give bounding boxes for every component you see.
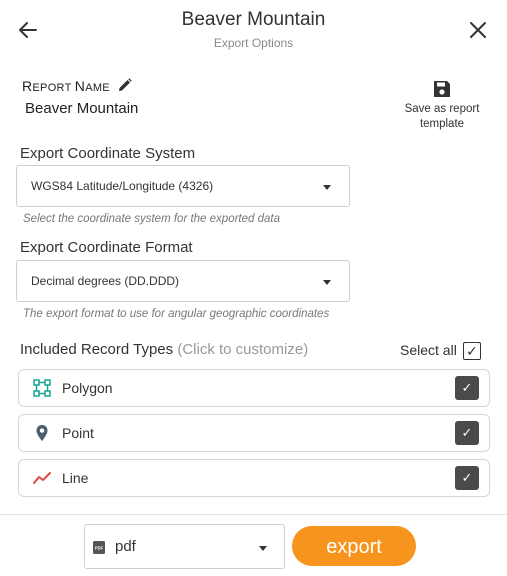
page-title: Beaver Mountain — [181, 9, 326, 30]
record-types-label: Included Record Types (Click to customiz… — [20, 341, 309, 358]
footer-divider — [0, 514, 507, 515]
pdf-file-icon: PDF — [93, 541, 105, 554]
line-icon — [33, 472, 51, 484]
close-icon[interactable] — [467, 19, 489, 41]
record-type-checkbox[interactable]: ✓ — [455, 466, 479, 490]
file-format-select[interactable]: PDF pdf — [84, 524, 285, 569]
map-pin-icon — [36, 425, 48, 441]
page-subtitle: Export Options — [213, 36, 294, 50]
select-all-checkbox[interactable]: ✓ — [463, 342, 481, 360]
file-format-value: pdf — [115, 538, 136, 555]
report-name-label: REPORT NAME — [22, 78, 110, 94]
chevron-down-icon — [323, 185, 331, 190]
record-types-hint: (Click to customize) — [177, 341, 309, 358]
record-type-line[interactable]: Line ✓ — [18, 459, 490, 497]
dialog-header: Beaver Mountain Export Options — [0, 0, 507, 60]
record-type-checkbox[interactable]: ✓ — [455, 376, 479, 400]
coordinate-format-value: Decimal degrees (DD.DDD) — [31, 274, 180, 288]
coordinate-system-hint: Select the coordinate system for the exp… — [23, 213, 280, 225]
chevron-down-icon — [323, 280, 331, 285]
coordinate-system-label: Export Coordinate System — [20, 145, 196, 162]
save-as-template-button[interactable]: Save as report template — [398, 80, 486, 132]
coordinate-format-select[interactable]: Decimal degrees (DD.DDD) — [16, 260, 350, 302]
export-button[interactable]: export — [292, 526, 416, 566]
edit-pencil-icon[interactable] — [118, 78, 132, 92]
save-template-label-line1: Save as report — [404, 103, 480, 115]
save-disk-icon — [434, 81, 450, 97]
record-type-name: Polygon — [62, 380, 113, 396]
save-template-label-line2: template — [419, 118, 465, 130]
record-type-name: Point — [62, 425, 94, 441]
coordinate-system-select[interactable]: WGS84 Latitude/Longitude (4326) — [16, 165, 350, 207]
select-all-label[interactable]: Select all — [400, 342, 457, 358]
polygon-icon — [33, 379, 51, 397]
record-type-checkbox[interactable]: ✓ — [455, 421, 479, 445]
record-type-name: Line — [62, 470, 89, 486]
chevron-down-icon — [259, 546, 267, 551]
coordinate-system-value: WGS84 Latitude/Longitude (4326) — [31, 179, 214, 193]
record-type-polygon[interactable]: Polygon ✓ — [18, 369, 490, 407]
coordinate-format-label: Export Coordinate Format — [20, 239, 193, 256]
record-type-point[interactable]: Point ✓ — [18, 414, 490, 452]
svg-text:PDF: PDF — [95, 546, 104, 551]
coordinate-format-hint: The export format to use for angular geo… — [23, 308, 330, 320]
report-name-value[interactable]: Beaver Mountain — [25, 100, 138, 117]
